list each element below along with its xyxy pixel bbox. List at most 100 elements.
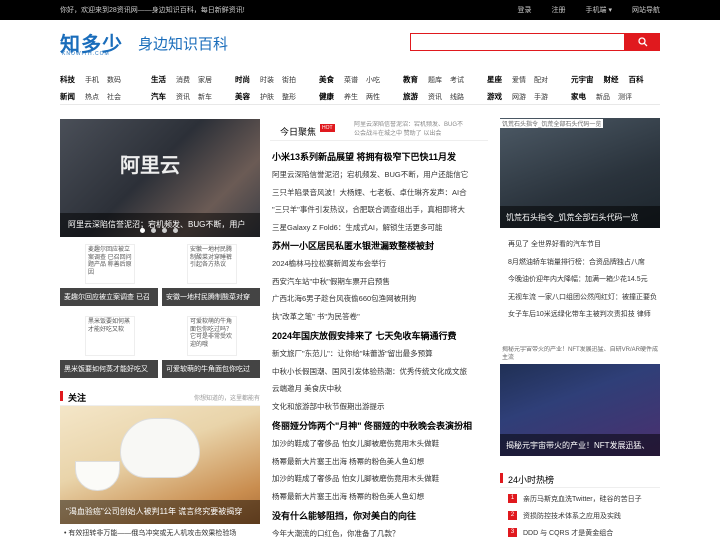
nav-wiki[interactable]: 百科: [629, 74, 644, 85]
thumb-caption[interactable]: 黑米饭要如何蒸才能好吃又: [60, 360, 158, 378]
tea-feature-card[interactable]: "渴血验癌"公司创始人被判11年 谎言终究要被揭穿: [60, 406, 260, 524]
nav-new-car[interactable]: 新车: [198, 92, 212, 102]
nav-travel[interactable]: 旅游: [403, 91, 418, 102]
tea-caption[interactable]: "渴血验癌"公司创始人被判11年 谎言终究要被揭穿: [60, 500, 260, 524]
thumb-caption[interactable]: 麦趣尔回应被立案调查 已召: [60, 288, 158, 306]
slider-caption[interactable]: 阿里云深陷信誉泥沼；宕机频发、BUG不断，用户: [60, 213, 260, 237]
nav-car-info[interactable]: 资讯: [176, 92, 190, 102]
nav-love[interactable]: 爱情: [512, 75, 526, 85]
news-item[interactable]: 杨幂最新大片塞王出海 杨幂的粉色美人鱼幻想: [272, 488, 488, 506]
featured-slider[interactable]: 阿里云 阿里云深陷信誉泥沼；宕机频发、BUG不断，用户: [60, 119, 260, 237]
side-news-item[interactable]: 今晚油价迎年内大降幅：加满一箱少花14.5元: [508, 271, 660, 289]
nav-consume[interactable]: 消费: [176, 75, 190, 85]
thumb-card[interactable]: 安徽一地村民腾制酸菜对穿睡裤 引起各方热议 安徽一地村民腾制酸菜对穿: [162, 244, 260, 308]
news-headline[interactable]: 佟丽娅分饰两个"月神" 佟丽娅的中秋晚会表演扮相: [272, 417, 488, 435]
nav-question-bank[interactable]: 题库: [428, 75, 442, 85]
nav-metaverse[interactable]: 元宇宙: [571, 74, 594, 85]
nav-fashion[interactable]: 时尚: [235, 74, 250, 85]
news-headline[interactable]: 小米13系列新品展望 将拥有极窄下巴快11月发: [272, 148, 488, 166]
hot-list-item[interactable]: 1 亲历马斯克血洗Twitter，硅谷的苦日子: [508, 490, 660, 507]
nav-routes[interactable]: 线路: [450, 92, 464, 102]
news-item[interactable]: 杨幂最新大片塞王出海 杨幂的粉色美人鱼幻想: [272, 453, 488, 471]
search-input[interactable]: [410, 33, 625, 51]
nav-tech[interactable]: 科技: [60, 74, 75, 85]
news-item[interactable]: 三只羊陷录音风波！大杨娌、七老板、卓仕琳齐发声：AI合: [272, 184, 488, 202]
news-item[interactable]: 文化和旅游部中秋节假期出游提示: [272, 398, 488, 416]
nav-hot[interactable]: 热点: [85, 92, 99, 102]
login-link[interactable]: 登录: [518, 5, 532, 15]
side-caption[interactable]: 饥荒石头指令_饥荒全部石头代码一览: [500, 206, 660, 228]
hot-list-item[interactable]: 2 资损防控技术体系之应用及实践: [508, 507, 660, 524]
nav-clothing[interactable]: 时装: [260, 75, 274, 85]
nav-online-games[interactable]: 网游: [512, 92, 526, 102]
focus-ticker[interactable]: 阿里云深陷信誉泥沼：宕机频发、BUG不 公会战斗在城之中 赞助了 以出会: [354, 121, 488, 139]
nav-plastic[interactable]: 整形: [282, 92, 296, 102]
hot-list-item[interactable]: 3 DDD 与 CQRS 才是黄金组合: [508, 524, 660, 540]
nav-digital[interactable]: 数码: [107, 75, 121, 85]
news-item[interactable]: 阿里云深陷信誉泥沼；宕机频发、BUG不断，用户还能信它: [272, 166, 488, 184]
nav-new-products[interactable]: 新品: [596, 92, 610, 102]
news-headline[interactable]: 苏州一小区居民私匿水银泄漏致整楼被封: [272, 237, 488, 255]
thumb-card[interactable]: 可爱软萌的牛角面包你吃过吗？它可是非常受欢迎的哦 可爱软萌的牛角面包你吃过: [162, 316, 260, 380]
news-item[interactable]: 今年大潮流的口红色，你准备了几款？: [272, 525, 488, 540]
nav-street[interactable]: 街拍: [282, 75, 296, 85]
nav-exam[interactable]: 考试: [450, 75, 464, 85]
nav-relationship[interactable]: 两性: [366, 92, 380, 102]
news-item[interactable]: 执"改革之笔" 书"为民答卷": [272, 308, 488, 326]
nav-beauty[interactable]: 美容: [235, 91, 250, 102]
nav-health[interactable]: 健康: [319, 91, 334, 102]
thumb-caption[interactable]: 可爱软萌的牛角面包你吃过: [162, 360, 260, 378]
news-item[interactable]: "三只羊"事件引发热议，合肥联合调查组出手，真相即将大: [272, 201, 488, 219]
nav-travel-info[interactable]: 资讯: [428, 92, 442, 102]
side-news-item[interactable]: 8月燃油轿车销量排行榜：合资品牌独占八席: [508, 254, 660, 272]
news-item[interactable]: 加沙的鞋成了奢侈品 怕女儿脚被磨伤竟用木头做鞋: [272, 470, 488, 488]
nav-review[interactable]: 测评: [618, 92, 632, 102]
thumb-caption[interactable]: 安徽一地村民腾制酸菜对穿: [162, 288, 260, 306]
side-caption[interactable]: 揭秘元宇宙带火的产业！NFT发展迅猛、: [500, 434, 660, 456]
news-item[interactable]: 中秋小长假国潮、国风引发体验热潮：优秀传统文化成文旅: [272, 363, 488, 381]
nav-astrology[interactable]: 星座: [487, 74, 502, 85]
nav-appliance[interactable]: 家电: [571, 91, 586, 102]
news-item[interactable]: 三星Galaxy Z Fold6：生成式AI，解锁生活更多可能: [272, 219, 488, 237]
slider-dot-1[interactable]: [140, 228, 145, 233]
nav-food[interactable]: 美食: [319, 74, 334, 85]
side-feature-card[interactable]: 饥荒石头指令_饥荒全部石头代码一览 饥荒石头指令_饥荒全部石头代码一览: [500, 118, 660, 228]
news-item[interactable]: 2024榆林马拉松赛新闻发布会举行: [272, 255, 488, 273]
nav-society[interactable]: 社会: [107, 92, 121, 102]
nav-snack[interactable]: 小吃: [366, 75, 380, 85]
news-item[interactable]: 加沙的鞋成了奢侈品 怕女儿脚被磨伤竟用木头做鞋: [272, 435, 488, 453]
side-news-item[interactable]: 无视车流 一家八口组团公然闯红灯：被撞正要负: [508, 289, 660, 307]
bottom-news-item[interactable]: • 有效扭转非万能——俄乌冲突或无人机攻击效果检验场: [64, 528, 236, 538]
nav-finance[interactable]: 财经: [604, 74, 619, 85]
side-news-item[interactable]: 女子车后10米远绿化带车主被判次责扣技 律师: [508, 306, 660, 324]
news-headline[interactable]: 没有什么能够阻挡，你对美白的向往: [272, 507, 488, 525]
thumb-card[interactable]: 黑米饭要如何蒸才能好吃又软 黑米饭要如何蒸才能好吃又: [60, 316, 158, 380]
nav-news[interactable]: 新闻: [60, 91, 75, 102]
side-feature-card-2[interactable]: 揭秘元宇宙带火的产业！NFT发展迅猛、自研VR/AR硬件成主流 揭秘元宇宙带火的…: [500, 346, 660, 456]
nav-home[interactable]: 家居: [198, 75, 212, 85]
search-button[interactable]: [625, 33, 660, 51]
news-item[interactable]: 广西北海6男子趁台风夜偷660包渔网被刑拘: [272, 290, 488, 308]
slider-dot-2[interactable]: [151, 228, 156, 233]
nav-recipe[interactable]: 菜谱: [344, 75, 358, 85]
news-headline[interactable]: 2024年国庆放假安排来了 七天免收车辆通行费: [272, 327, 488, 345]
mobile-link[interactable]: 手机端 ▾: [586, 5, 612, 15]
nav-education[interactable]: 教育: [403, 74, 418, 85]
slider-dot-4[interactable]: [173, 228, 178, 233]
slider-dot-3[interactable]: [162, 228, 167, 233]
site-nav-link[interactable]: 网站导航: [632, 5, 660, 15]
nav-match[interactable]: 配对: [534, 75, 548, 85]
news-item[interactable]: 西安汽车站"中秋"假期车票开启预售: [272, 273, 488, 291]
news-item[interactable]: 新文旅厂"东范儿"：让你给"味蕾游"留出最多预算: [272, 345, 488, 363]
nav-skincare[interactable]: 护肤: [260, 92, 274, 102]
nav-life[interactable]: 生活: [151, 74, 166, 85]
nav-phone[interactable]: 手机: [85, 75, 99, 85]
thumb-card[interactable]: 麦趣尔回应被立案调查 已召回问题产品 称善后原因 麦趣尔回应被立案调查 已召: [60, 244, 158, 308]
nav-wellness[interactable]: 养生: [344, 92, 358, 102]
register-link[interactable]: 注册: [552, 5, 566, 15]
side-news-item[interactable]: 再见了 全世界好看的汽车节目: [508, 236, 660, 254]
nav-car[interactable]: 汽车: [151, 91, 166, 102]
nav-mobile-games[interactable]: 手游: [534, 92, 548, 102]
nav-games[interactable]: 游戏: [487, 91, 502, 102]
news-item[interactable]: 云端邀月 美食庆中秋: [272, 380, 488, 398]
